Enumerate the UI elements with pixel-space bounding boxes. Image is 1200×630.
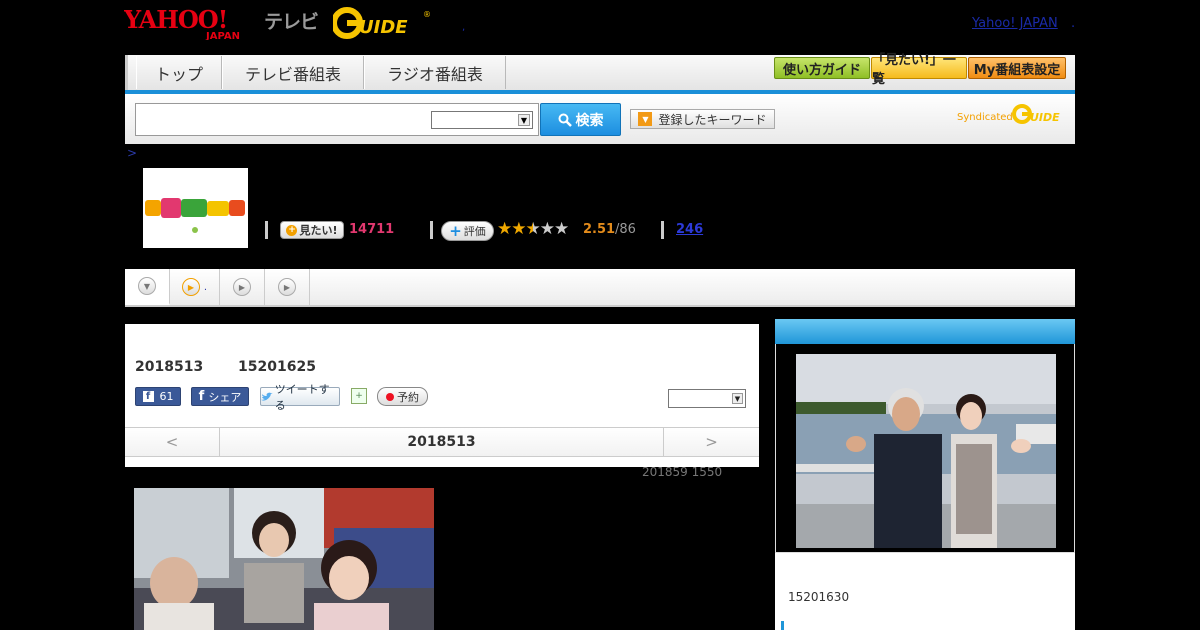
play-circle-icon: ▶ bbox=[278, 278, 296, 296]
sidebar-body: 15201630 bbox=[775, 553, 1075, 630]
star-rating: ★★★★★ bbox=[497, 219, 569, 239]
rate-button[interactable]: + 評価 bbox=[441, 221, 494, 241]
nav-tab-radio-schedule[interactable]: ラジオ番組表 bbox=[364, 56, 506, 89]
last-updated: 201859 1550 bbox=[642, 465, 723, 479]
program-subtabs: ▼ ▶ . ▶ ▶ bbox=[125, 269, 1075, 307]
chevron-down-icon: ▼ bbox=[518, 114, 530, 126]
record-icon bbox=[386, 392, 394, 401]
play-circle-icon: ▶ bbox=[181, 278, 200, 296]
area-select[interactable]: ▼ bbox=[668, 389, 746, 408]
date-navigation: < 2018513 > bbox=[125, 427, 759, 457]
reserve-recording-button[interactable]: 予約 bbox=[377, 387, 428, 406]
subtab-2[interactable]: ▶ . bbox=[170, 269, 220, 305]
yahoo-japan-logo[interactable]: YAHOO! JAPAN bbox=[124, 6, 261, 40]
seaside-hosts-photo bbox=[796, 354, 1056, 548]
gguide-logo: UIDE ® bbox=[333, 7, 431, 39]
star-half-icon: ★ bbox=[525, 219, 541, 239]
search-icon bbox=[558, 113, 572, 127]
sidebar-panel: 15201630 bbox=[775, 319, 1075, 630]
search-button[interactable]: 検索 bbox=[540, 103, 621, 136]
program-thumbnail[interactable] bbox=[143, 168, 248, 248]
twitter-bird-icon bbox=[261, 392, 273, 401]
rating-count: /86 bbox=[615, 222, 636, 237]
program-title-logo bbox=[143, 168, 248, 248]
syndicated-text: Syndicated bbox=[957, 112, 1013, 123]
svg-text:®: ® bbox=[423, 10, 431, 19]
header-separator: , bbox=[462, 22, 466, 33]
want-to-watch-button[interactable]: + 見たい! bbox=[280, 221, 344, 239]
facebook-like-button[interactable]: f 61 bbox=[135, 387, 181, 406]
star-icon: ★ bbox=[511, 219, 526, 239]
global-nav: トップ テレビ番組表 ラジオ番組表 使い方ガイド 「見たい!」一覧 My番組表設… bbox=[125, 53, 1075, 91]
subtab-4[interactable]: ▶ bbox=[265, 269, 310, 305]
broadcast-date: 2018513 bbox=[135, 359, 204, 375]
subtab-active[interactable]: ▼ bbox=[125, 269, 170, 305]
triangle-down-icon: ▼ bbox=[638, 112, 653, 126]
svg-text:YAHOO!: YAHOO! bbox=[124, 6, 227, 34]
subtab-3[interactable]: ▶ bbox=[220, 269, 265, 305]
nav-tab-tv-schedule[interactable]: テレビ番組表 bbox=[222, 56, 364, 89]
play-circle-icon: ▶ bbox=[233, 278, 251, 296]
bus-interior-photo bbox=[134, 488, 434, 630]
broadcast-time: 15201625 bbox=[238, 359, 316, 375]
sidebar-header bbox=[775, 319, 1075, 344]
facebook-icon: f bbox=[142, 391, 154, 402]
site-header: YAHOO! JAPAN テレビ UIDE ® , Yahoo! JAPAN . bbox=[0, 0, 1200, 54]
usage-guide-button[interactable]: 使い方ガイド bbox=[774, 57, 870, 79]
current-date: 2018513 bbox=[407, 434, 476, 450]
my-schedule-settings-button[interactable]: My番組表設定 bbox=[968, 57, 1066, 79]
star-icon: ★ bbox=[539, 219, 555, 239]
search-genre-select[interactable]: ▼ bbox=[431, 111, 533, 129]
breadcrumb[interactable]: > bbox=[127, 146, 137, 160]
broadcast-panel: 2018513 15201625 f 61 f シェア ツイートする + 予約 … bbox=[125, 319, 759, 467]
comments-link[interactable]: 246 bbox=[676, 222, 703, 237]
svg-text:UIDE: UIDE bbox=[359, 17, 408, 38]
facebook-icon: f bbox=[198, 389, 205, 404]
rating-value: 2.51 bbox=[583, 222, 616, 237]
next-date-button[interactable]: > bbox=[663, 428, 759, 456]
want-to-watch-list-button[interactable]: 「見たい!」一覧 bbox=[871, 53, 967, 87]
divider bbox=[430, 221, 433, 239]
plus-icon: + bbox=[286, 224, 298, 236]
search-bar: ▼ 検索 ▼ 登録したキーワード Syndicated UIDE bbox=[125, 94, 1075, 144]
svg-text:UIDE: UIDE bbox=[1030, 111, 1060, 124]
calendar-add-icon[interactable]: + bbox=[351, 388, 367, 404]
star-icon: ★ bbox=[497, 219, 512, 239]
yahoo-japan-link[interactable]: Yahoo! JAPAN bbox=[972, 16, 1058, 31]
star-icon: ★ bbox=[554, 219, 569, 239]
header-dot: . bbox=[1071, 16, 1076, 31]
gguide-small-logo: UIDE bbox=[1012, 104, 1060, 124]
facebook-share-button[interactable]: f シェア bbox=[191, 387, 249, 406]
episode-photo bbox=[134, 488, 434, 630]
tweet-button[interactable]: ツイートする bbox=[260, 383, 340, 412]
divider bbox=[265, 221, 268, 239]
sidebar-broadcast-time: 15201630 bbox=[788, 590, 850, 604]
want-to-watch-count: 14711 bbox=[349, 222, 395, 237]
registered-keywords-button[interactable]: ▼ 登録したキーワード bbox=[630, 109, 775, 129]
prev-date-button[interactable]: < bbox=[125, 428, 220, 456]
chevron-down-icon: ▼ bbox=[732, 393, 743, 404]
tv-brand-text: テレビ bbox=[264, 11, 319, 33]
svg-text:JAPAN: JAPAN bbox=[205, 31, 240, 40]
nav-tab-top[interactable]: トップ bbox=[136, 56, 222, 89]
sidebar-photo bbox=[796, 354, 1056, 548]
plus-icon: + bbox=[449, 222, 462, 240]
divider bbox=[661, 221, 664, 239]
chevron-down-circle-icon: ▼ bbox=[138, 277, 156, 295]
